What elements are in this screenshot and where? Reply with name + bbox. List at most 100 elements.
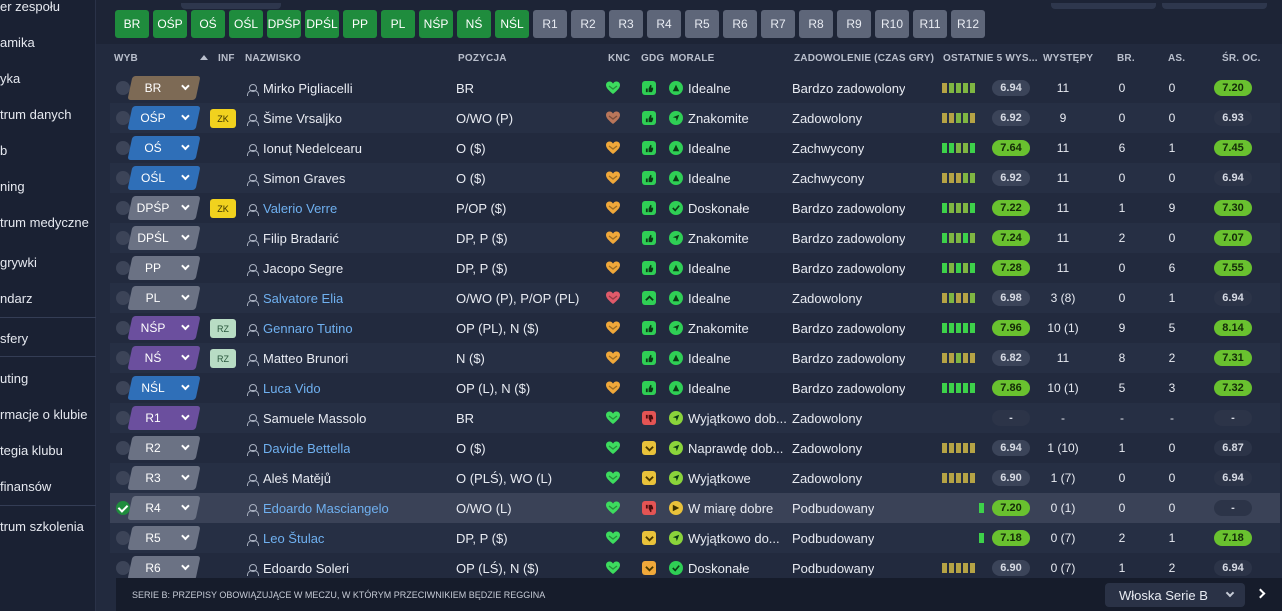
table-row[interactable]: OŚL Simon Graves O ($) Idealne Zachwycony 6.9… [110,163,1280,193]
nav-item-finances[interactable]: finansów [0,479,51,494]
table-row[interactable]: R4 Edoardo Masciangelo O/WO (L) W miarę dob… [110,493,1280,523]
position-selector[interactable]: NŚL [127,376,201,400]
col-header-gdg[interactable]: GDG [641,53,664,64]
table-row[interactable]: R2 Davide Bettella O ($) Naprawdę dob... Zad… [110,433,1280,463]
filter-button-r3[interactable]: R3 [609,10,643,38]
player-name[interactable]: Jacopo Segre [263,253,343,283]
next-arrow-icon[interactable] [1255,588,1266,599]
player-name[interactable]: Matteo Brunori [263,343,348,373]
table-row[interactable]: OŚ Ionuț Nedelcearu O ($) Idealne Zachwycony… [110,133,1280,163]
col-header-morale[interactable]: MORALE [670,53,715,64]
player-name[interactable]: Davide Bettella [263,433,350,463]
player-name[interactable]: Luca Vido [263,373,321,403]
nav-item-team[interactable]: er zespołu [0,0,60,14]
position-selector[interactable]: NŚP [127,316,201,340]
top-tab[interactable] [181,3,281,9]
player-name[interactable]: Šime Vrsaljko [263,103,342,133]
sort-asc-icon[interactable] [200,55,208,60]
table-row[interactable]: OŚP ZK Šime Vrsaljko O/WO (P) Znakomite Zadow… [110,103,1280,133]
nav-item-data-hub[interactable]: trum danych [0,107,72,122]
league-select[interactable]: Włoska Serie B [1105,583,1245,607]
col-header-position[interactable]: POZYCJA [458,53,507,64]
position-selector[interactable]: OŚ [127,136,201,160]
filter-button-r2[interactable]: R2 [571,10,605,38]
filter-button-nśp[interactable]: NŚP [419,10,453,38]
position-selector[interactable]: OŚL [127,166,201,190]
table-row[interactable]: DPŚL Filip Bradarić DP, P ($) Znakomite Bard… [110,223,1280,253]
table-row[interactable]: R5 Leo Štulac DP, P ($) Wyjątkowo do... Podb… [110,523,1280,553]
position-selector[interactable]: R2 [127,436,201,460]
filter-button-ośp[interactable]: OŚP [153,10,187,38]
position-selector[interactable]: PL [127,286,201,310]
filter-button-nśl[interactable]: NŚL [495,10,529,38]
position-selector[interactable]: DPŚL [127,226,201,250]
filter-button-ośl[interactable]: OŚL [229,10,263,38]
top-tab[interactable] [1051,3,1156,9]
filter-button-br[interactable]: BR [115,10,149,38]
position-selector[interactable]: R3 [127,466,201,490]
position-selector[interactable]: PP [127,256,201,280]
position-selector[interactable]: R4 [127,496,201,520]
table-row[interactable]: PL Salvatore Elia O/WO (P), P/OP (PL) Ideal… [110,283,1280,313]
player-name[interactable]: Aleš Matějů [263,463,331,493]
filter-button-r5[interactable]: R5 [685,10,719,38]
position-selector[interactable]: R6 [127,556,201,580]
filter-button-r1[interactable]: R1 [533,10,567,38]
filter-button-r11[interactable]: R11 [913,10,947,38]
table-row[interactable]: PP Jacopo Segre DP, P ($) Idealne Bardzo zad… [110,253,1280,283]
nav-item-club-info[interactable]: rmacje o klubie [0,407,87,422]
player-name[interactable]: Simon Graves [263,163,345,193]
col-header-avg-rating[interactable]: ŚR. OC. [1222,53,1261,64]
filter-button-r7[interactable]: R7 [761,10,795,38]
player-name[interactable]: Salvatore Elia [263,283,343,313]
nav-item-transfers[interactable]: sfery [0,331,28,346]
filter-button-r10[interactable]: R10 [875,10,909,38]
filter-button-r8[interactable]: R8 [799,10,833,38]
top-tab[interactable] [1162,3,1267,9]
position-selector[interactable]: DPŚP [127,196,201,220]
col-header-satisfaction[interactable]: ZADOWOLENIE (CZAS GRY) [794,53,934,64]
nav-item-calendar[interactable]: ndarz [0,291,33,306]
col-header-wyb[interactable]: WYB [114,53,138,64]
player-name[interactable]: Gennaro Tutino [263,313,353,343]
position-selector[interactable]: OŚP [127,106,201,130]
player-name[interactable]: Ionuț Nedelcearu [263,133,362,163]
nav-item-medical[interactable]: trum medyczne [0,215,89,230]
player-name[interactable]: Valerio Verre [263,193,337,223]
filter-button-dpśp[interactable]: DPŚP [267,10,301,38]
table-row[interactable]: NŚ RZ Matteo Brunori N ($) Idealne Bardzo zad… [110,343,1280,373]
col-header-apps[interactable]: WYSTĘPY [1043,53,1093,64]
table-row[interactable]: BR Mirko Pigliacelli BR Idealne Bardzo zadow… [110,73,1280,103]
table-row[interactable]: R3 Aleš Matějů O (PLŚ), WO (L) Wyjątkowe Zad… [110,463,1280,493]
table-row[interactable]: DPŚP ZK Valerio Verre P/OP ($) Doskonałe Bard… [110,193,1280,223]
position-selector[interactable]: R1 [127,406,201,430]
player-name[interactable]: Samuele Massolo [263,403,366,433]
filter-button-r9[interactable]: R9 [837,10,871,38]
filter-button-oś[interactable]: OŚ [191,10,225,38]
nav-item-club[interactable]: b [0,143,7,158]
player-name[interactable]: Filip Bradarić [263,223,339,253]
nav-item-club-vision[interactable]: tegia klubu [0,443,63,458]
col-header-name[interactable]: NAZWISKO [245,53,301,64]
filter-button-dpśl[interactable]: DPŚL [305,10,339,38]
filter-button-r12[interactable]: R12 [951,10,985,38]
position-selector[interactable]: NŚ [127,346,201,370]
player-name[interactable]: Edoardo Masciangelo [263,493,389,523]
table-row[interactable]: NŚL Luca Vido OP (L), N ($) Idealne Bardzo z… [110,373,1280,403]
position-selector[interactable]: BR [127,76,201,100]
table-row[interactable]: R1 Samuele Massolo BR Wyjątkowo dob... Zadow… [110,403,1280,433]
nav-item-scouting[interactable]: uting [0,371,28,386]
table-row[interactable]: NŚP RZ Gennaro Tutino OP (PL), N ($) Znakomi… [110,313,1280,343]
nav-item-tactics[interactable]: yka [0,71,20,86]
filter-button-r4[interactable]: R4 [647,10,681,38]
col-header-last5[interactable]: OSTATNIE 5 WYS... [943,53,1038,64]
filter-button-nś[interactable]: NŚ [457,10,491,38]
col-header-assists[interactable]: AS. [1168,53,1185,64]
nav-item-training[interactable]: ning [0,179,25,194]
filter-button-pl[interactable]: PL [381,10,415,38]
filter-button-r6[interactable]: R6 [723,10,757,38]
position-selector[interactable]: R5 [127,526,201,550]
nav-item-dynamics[interactable]: amika [0,35,35,50]
nav-item-fixtures[interactable]: grywki [0,255,37,270]
filter-button-pp[interactable]: PP [343,10,377,38]
